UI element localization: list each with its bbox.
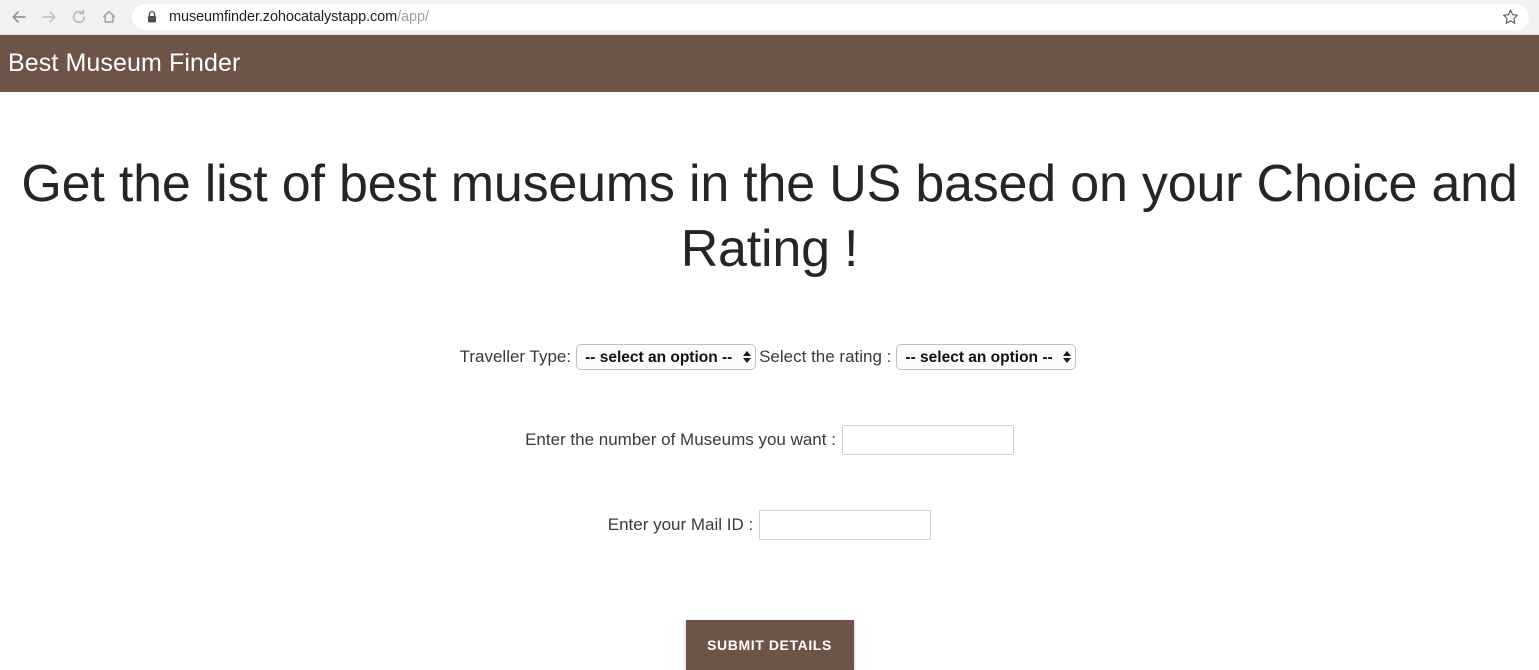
url-text: museumfinder.zohocatalystapp.com/app/ (169, 9, 429, 25)
traveller-type-select[interactable]: -- select an option -- (576, 344, 757, 370)
page-title: Get the list of best museums in the US b… (21, 155, 1518, 278)
browser-toolbar: museumfinder.zohocatalystapp.com/app/ (0, 0, 1539, 35)
url-path: /app/ (397, 9, 429, 25)
rating-select[interactable]: -- select an option -- (896, 344, 1077, 370)
app-header: Best Museum Finder (0, 35, 1539, 92)
mail-id-row: Enter your Mail ID : (0, 510, 1539, 540)
rating-label: Select the rating : (759, 347, 892, 366)
address-bar[interactable]: museumfinder.zohocatalystapp.com/app/ (132, 4, 1529, 30)
back-button[interactable] (4, 2, 34, 32)
home-icon (100, 8, 118, 26)
mail-id-label: Enter your Mail ID : (607, 515, 754, 534)
reload-icon (70, 8, 88, 26)
selects-row: Traveller Type: -- select an option -- S… (0, 344, 1539, 370)
app-title: Best Museum Finder (8, 49, 241, 77)
submit-row: SUBMIT DETAILS (0, 620, 1539, 670)
lock-icon (146, 10, 158, 24)
url-host: museumfinder.zohocatalystapp.com (169, 9, 398, 25)
mail-id-input[interactable] (759, 510, 932, 540)
traveller-type-select-wrap[interactable]: -- select an option -- (572, 344, 758, 370)
rating-select-wrap[interactable]: -- select an option -- (892, 344, 1078, 370)
forward-arrow-icon (40, 8, 58, 26)
page-content: Get the list of best museums in the US b… (0, 92, 1539, 670)
museum-count-input[interactable] (841, 425, 1014, 455)
home-button[interactable] (94, 2, 124, 32)
museum-count-row: Enter the number of Museums you want : (0, 425, 1539, 455)
museum-count-label: Enter the number of Museums you want : (525, 430, 836, 449)
reload-button[interactable] (64, 2, 94, 32)
forward-button[interactable] (34, 2, 64, 32)
back-arrow-icon (10, 8, 28, 26)
traveller-type-label: Traveller Type: (459, 347, 572, 366)
bookmark-star-icon[interactable] (1502, 9, 1519, 26)
submit-details-button[interactable]: SUBMIT DETAILS (685, 620, 854, 670)
